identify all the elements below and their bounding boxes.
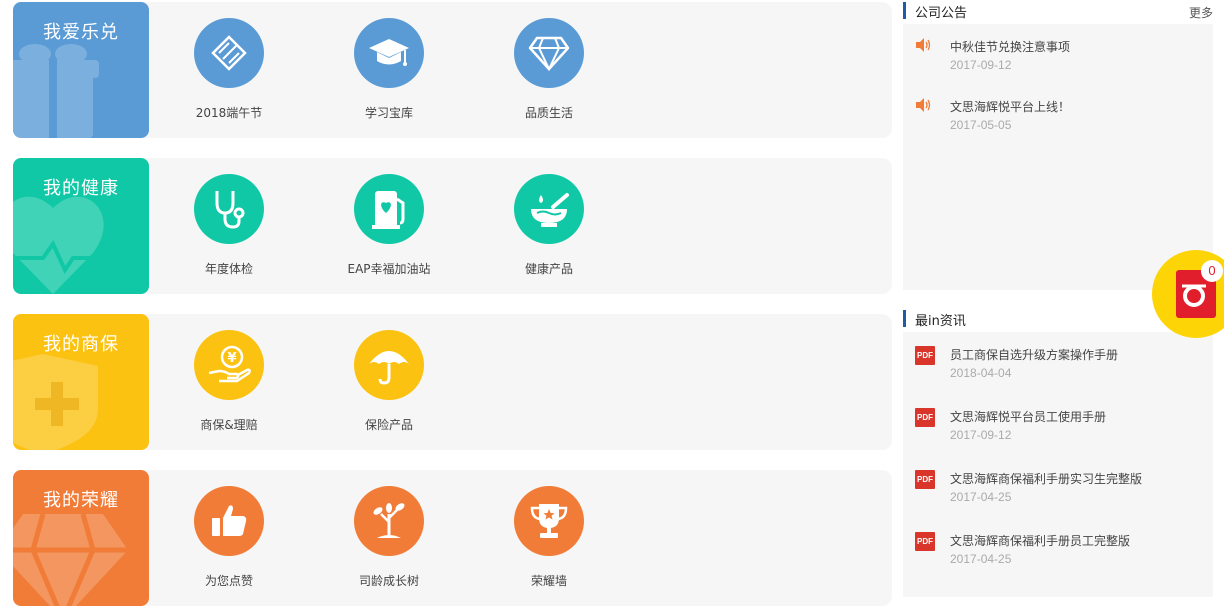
news-title: 最in资讯 [915,314,966,329]
item-dragon-boat-festival[interactable]: 2018端午节 [159,18,299,121]
diamond-icon [514,18,584,88]
item-label: 商保&理赔 [200,418,258,432]
item-honor-wall[interactable]: 荣耀墙 [479,486,619,589]
item-label: 学习宝库 [364,106,413,120]
item-label: 年度体检 [204,262,253,276]
item-label: 荣耀墙 [530,574,567,588]
category-title: 我的商保 [43,334,119,355]
category-header[interactable]: 我的商保 [13,314,149,450]
pdf-icon: PDF [915,346,935,365]
category-row-health: 我的健康 年度体检 EAP幸福加油站 健康产品 [13,158,892,294]
item-health-products[interactable]: 健康产品 [479,174,619,277]
category-header[interactable]: 我的荣耀 [13,470,149,606]
category-row-insurance: 我的商保 ¥ 商保&理赔 保险产品 [13,314,892,450]
announcements-title: 公司公告 [915,6,968,21]
news-item[interactable]: PDF 文思海辉悦平台员工使用手册 2017-09-12 [915,408,1205,448]
fuel-pump-heart-icon [354,174,424,244]
announcement-item[interactable]: 文思海辉悦平台上线！ 2017-05-05 [915,98,1205,138]
news-item-title[interactable]: 员工商保自选升级方案操作手册 [950,346,1118,363]
title-bar [903,2,906,19]
title-bar [903,310,906,327]
announcement-title[interactable]: 文思海辉悦平台上线！ [950,98,1070,115]
item-like-you[interactable]: 为您点赞 [159,486,299,589]
item-label: EAP幸福加油站 [347,262,431,276]
announcement-title[interactable]: 中秋佳节兑换注意事项 [950,38,1070,55]
news-item-date: 2018-04-04 [950,366,1012,380]
category-title: 我的健康 [43,178,119,199]
item-learning-library[interactable]: 学习宝库 [319,18,459,121]
mortar-pestle-icon [514,174,584,244]
item-label: 健康产品 [524,262,573,276]
item-seniority-tree[interactable]: 司龄成长树 [319,486,459,589]
umbrella-icon [354,330,424,400]
news-item-title[interactable]: 文思海辉悦平台员工使用手册 [950,408,1106,425]
category-title: 我爱乐兑 [43,22,119,43]
news-item[interactable]: PDF 员工商保自选升级方案操作手册 2018-04-04 [915,346,1205,386]
item-annual-checkup[interactable]: 年度体检 [159,174,299,277]
item-label: 保险产品 [364,418,413,432]
news-item[interactable]: PDF 文思海辉商保福利手册员工完整版 2017-04-25 [915,532,1205,572]
zongzi-icon [194,18,264,88]
item-insurance-claims[interactable]: ¥ 商保&理赔 [159,330,299,433]
item-label: 2018端午节 [195,106,263,120]
cart-count-badge: 0 [1201,260,1223,282]
category-row-happy-redeem: 我爱乐兑 2018端午节 学习宝库 品质生活 [13,2,892,138]
thumbs-up-icon [194,486,264,556]
news-item-date: 2017-09-12 [950,428,1012,442]
announcement-date: 2017-09-12 [950,58,1012,72]
item-label: 品质生活 [524,106,573,120]
category-title: 我的荣耀 [43,490,119,511]
svg-text:¥: ¥ [227,351,236,366]
item-insurance-products[interactable]: 保险产品 [319,330,459,433]
speaker-icon [915,38,931,57]
pdf-icon: PDF [915,470,935,489]
sprout-tree-icon [354,486,424,556]
yen-coin-hand-icon: ¥ [194,330,264,400]
trophy-icon [514,486,584,556]
news-item-title[interactable]: 文思海辉商保福利手册员工完整版 [950,532,1130,549]
news-item-title[interactable]: 文思海辉商保福利手册实习生完整版 [950,470,1142,487]
announcement-item[interactable]: 中秋佳节兑换注意事项 2017-09-12 [915,38,1205,78]
item-label: 为您点赞 [204,574,253,588]
category-row-honor: 我的荣耀 为您点赞 司龄成长树 荣耀墙 [13,470,892,606]
graduation-cap-icon [354,18,424,88]
category-header[interactable]: 我爱乐兑 [13,2,149,138]
pdf-icon: PDF [915,532,935,551]
item-eap-station[interactable]: EAP幸福加油站 [319,174,459,277]
more-link[interactable]: 更多 [1189,4,1213,21]
announcements-header: 公司公告 更多 [903,0,1213,22]
stethoscope-icon [194,174,264,244]
pdf-icon: PDF [915,408,935,427]
announcement-date: 2017-05-05 [950,118,1012,132]
item-quality-life[interactable]: 品质生活 [479,18,619,121]
news-item-date: 2017-04-25 [950,490,1012,504]
speaker-icon [915,98,931,117]
news-item[interactable]: PDF 文思海辉商保福利手册实习生完整版 2017-04-25 [915,470,1205,510]
category-header[interactable]: 我的健康 [13,158,149,294]
item-label: 司龄成长树 [358,574,419,588]
news-item-date: 2017-04-25 [950,552,1012,566]
